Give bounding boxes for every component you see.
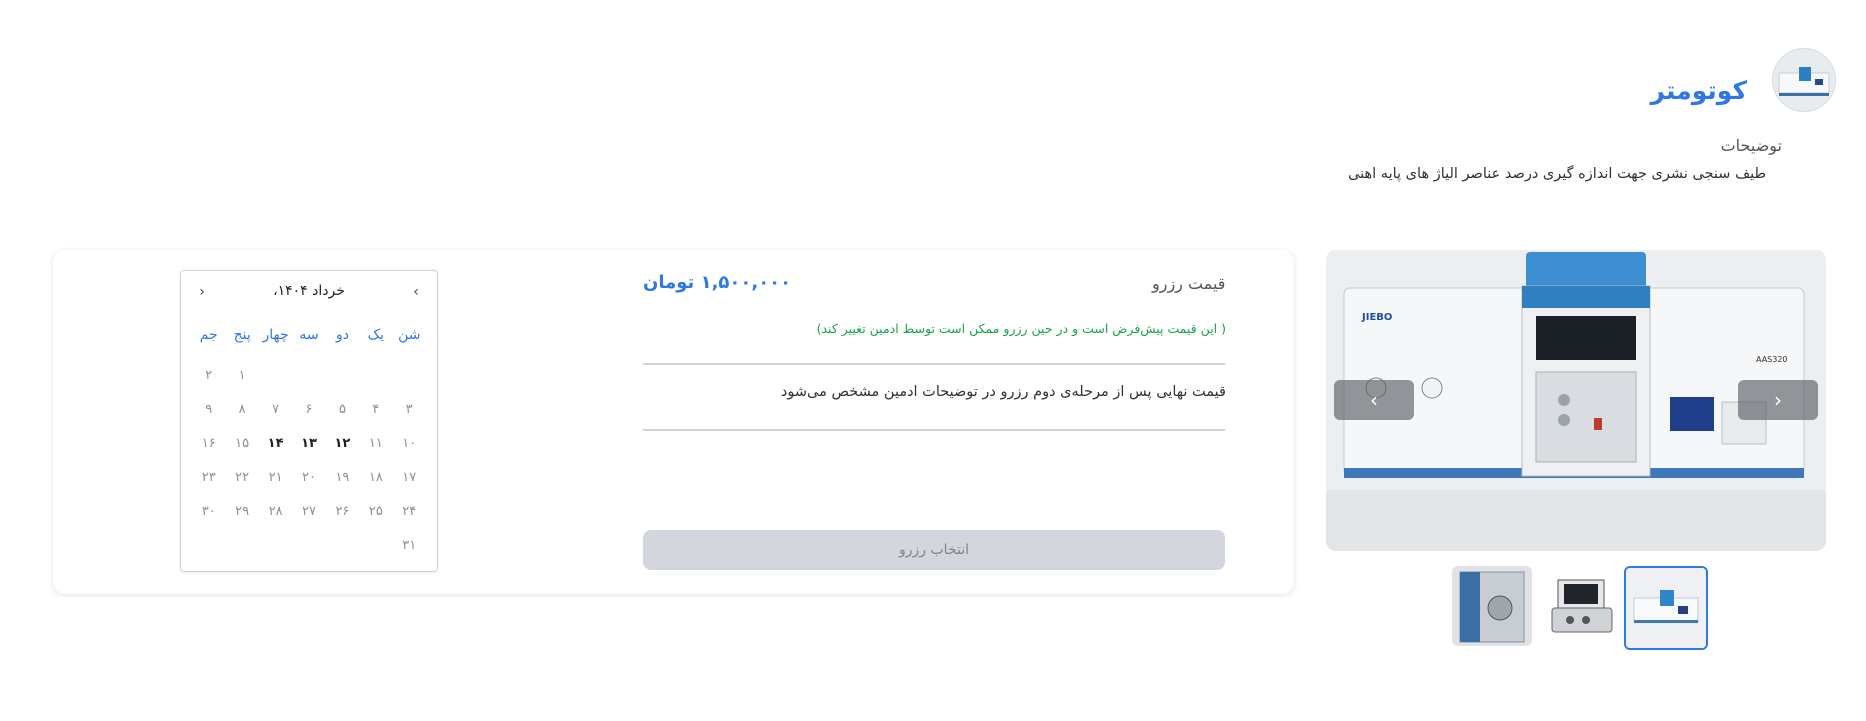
calendar-empty-cell [259,529,292,563]
gallery-thumbnail-aas-spectrometer[interactable] [1624,566,1708,650]
calendar-empty-cell [359,359,392,393]
calendar-day[interactable]: ۱۸ [359,461,392,495]
calendar-empty-cell [292,359,325,393]
calendar-day[interactable]: ۶ [292,393,325,427]
weekday-label: دو [335,327,349,343]
calendar-day[interactable]: ۲۴ [393,495,426,529]
calendar-empty-cell [326,529,359,563]
final-price-note: قیمت نهایی پس از مرحله‌ی دوم رزرو در توض… [780,384,1226,400]
calendar-day[interactable]: ۳ [393,393,426,427]
price-note: ( این قیمت پیش‌فرض است و در حین رزرو ممک… [816,321,1226,336]
calendar-day[interactable]: ۸ [225,393,258,427]
gallery-next-button[interactable]: › [1738,380,1818,420]
chevron-left-icon: ‹ [1370,388,1378,412]
calendar-day[interactable]: ۲۹ [225,495,258,529]
calendar-day[interactable]: ۲۶ [326,495,359,529]
calendar-day[interactable]: ۹ [192,393,225,427]
calendar-day[interactable]: ۲۲ [225,461,258,495]
calendar-day[interactable]: ۱۲ [326,427,359,461]
calendar-empty-cell [259,359,292,393]
product-title: کوتومتر [1650,76,1747,105]
calendar-empty-cell [326,359,359,393]
calendar-day[interactable]: ۳۰ [192,495,225,529]
chevron-right-icon: › [1774,388,1782,412]
description-label: توضیحات [1720,136,1782,155]
price-label: قیمت رزرو [1152,274,1226,293]
price-value: ۱,۵۰۰,۰۰۰ تومان [643,272,792,293]
calendar-day[interactable]: ۱ [225,359,258,393]
calendar-day[interactable]: ۵ [326,393,359,427]
calendar-empty-cell [359,529,392,563]
calendar-day[interactable]: ۱۰ [393,427,426,461]
calendar-day[interactable]: ۲۸ [259,495,292,529]
divider [643,429,1225,431]
calendar-day[interactable]: ۲۰ [292,461,325,495]
calendar-day[interactable]: ۲۷ [292,495,325,529]
calendar-day[interactable]: ۱۴ [259,427,292,461]
description-text: طیف سنجی نشری جهت اندازه گیری درصد عناصر… [1348,166,1766,182]
calendar-day[interactable]: ۳۱ [393,529,426,563]
gallery-thumbnail-portable-case[interactable] [1542,566,1622,646]
calendar-month-label: خرداد ۱۴۰۴، [273,283,345,299]
select-reservation-button[interactable]: انتخاب رزرو [643,530,1225,570]
weekday-label: جم [199,327,218,343]
gallery-prev-button[interactable]: ‹ [1334,380,1414,420]
prev-month-icon[interactable]: ‹ [405,281,427,303]
calendar-day[interactable]: ۷ [259,393,292,427]
weekday-label: یک [367,327,385,343]
calendar-day[interactable]: ۱۹ [326,461,359,495]
calendar-header: › خرداد ۱۴۰۴، ‹ [181,281,437,305]
calendar-day[interactable]: ۱۳ [292,427,325,461]
calendar-day[interactable]: ۲۳ [192,461,225,495]
model-label: AAS320 [1756,355,1788,364]
calendar-empty-cell [292,529,325,563]
brand-label: JIEBO [1361,312,1392,323]
date-picker-calendar: › خرداد ۱۴۰۴، ‹ شن یک دو سه چهار پنج جم ۱ ۲ ۳ ۴ ۵ ۶ ۷… [180,270,438,572]
calendar-empty-cell [393,359,426,393]
weekday-label: سه [299,327,319,343]
calendar-day[interactable]: ۱۷ [393,461,426,495]
calendar-empty-cell [225,529,258,563]
weekday-label: شن [398,327,421,343]
calendar-empty-cell [192,529,225,563]
calendar-day[interactable]: ۲۵ [359,495,392,529]
calendar-day[interactable]: ۴ [359,393,392,427]
divider [643,363,1225,365]
weekday-label: پنج [233,327,251,343]
weekday-label: چهار [262,327,289,343]
product-avatar [1772,48,1836,112]
calendar-day[interactable]: ۲ [192,359,225,393]
calendar-grid: شن یک دو سه چهار پنج جم ۱ ۲ ۳ ۴ ۵ ۶ ۷ ۸ ۹ ۱۰ ۱۱ ۱۲ ۱۳ ۱۴ ۱۵ ۱۶… [192,323,426,563]
calendar-day[interactable]: ۱۱ [359,427,392,461]
calendar-day[interactable]: ۲۱ [259,461,292,495]
calendar-day[interactable]: ۱۵ [225,427,258,461]
calendar-day[interactable]: ۱۶ [192,427,225,461]
gallery-thumbnail-tensile-machine[interactable] [1452,566,1532,646]
